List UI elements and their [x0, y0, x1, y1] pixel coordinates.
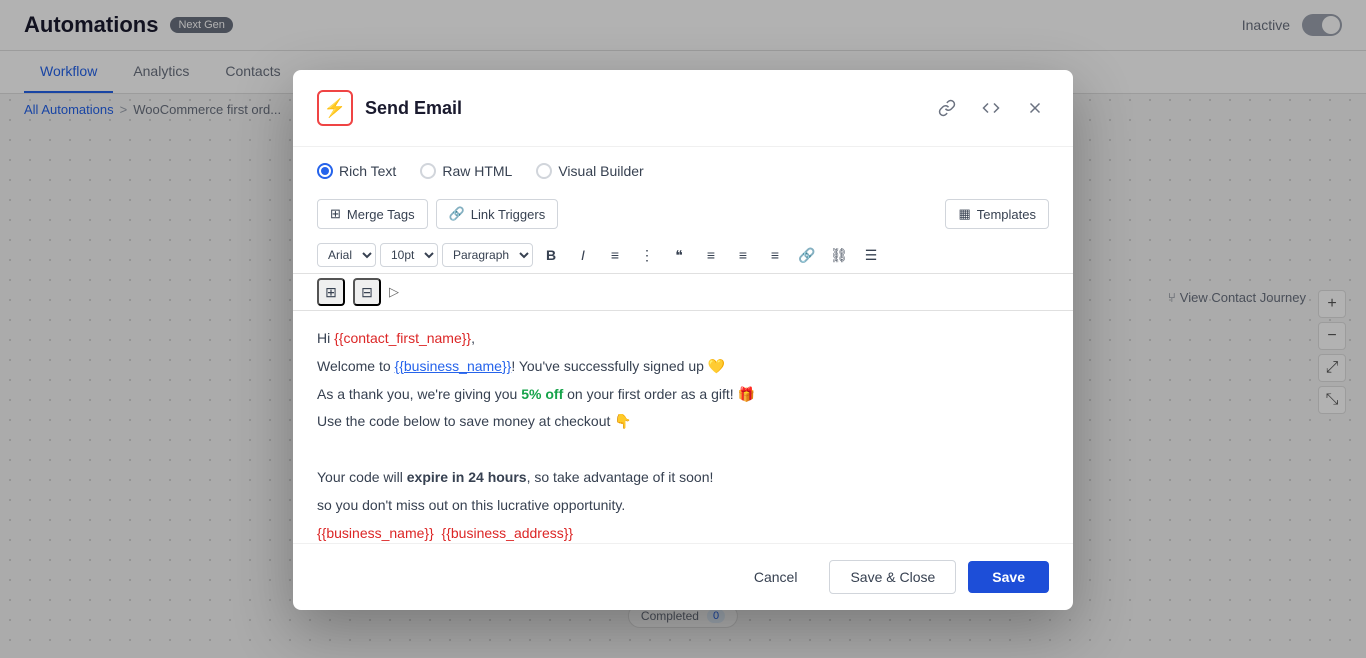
unordered-list-button[interactable]: ≡: [601, 241, 629, 269]
cancel-button[interactable]: Cancel: [734, 561, 818, 593]
send-email-modal: ⚡ Send Email: [293, 70, 1073, 610]
modal-header-actions: [933, 94, 1049, 122]
content-line-3: As a thank you, we're giving you 5% off …: [317, 383, 1049, 407]
close-icon[interactable]: [1021, 94, 1049, 122]
editor-mode-tabs: Rich Text Raw HTML Visual Builder: [293, 147, 1073, 191]
content-line-8: {{business_name}} {{business_address}}: [317, 522, 1049, 543]
save-close-button[interactable]: Save & Close: [829, 560, 956, 594]
rich-text-radio[interactable]: [317, 163, 333, 179]
business-address-tag: {{business_address}}: [442, 525, 574, 541]
visual-builder-radio[interactable]: [536, 163, 552, 179]
save-button[interactable]: Save: [968, 561, 1049, 593]
content-line-4: Use the code below to save money at chec…: [317, 410, 1049, 434]
link-button[interactable]: 🔗: [793, 241, 821, 269]
templates-icon: ▦: [958, 206, 970, 222]
contact-first-name-tag: {{contact_first_name}}: [334, 330, 471, 346]
ordered-list-button[interactable]: ⋮: [633, 241, 661, 269]
font-family-select[interactable]: Arial: [317, 243, 376, 267]
cursor-indicator: ▷: [389, 284, 399, 300]
editor-formatting-toolbar: Arial 10pt Paragraph B I ≡ ⋮ ❝ ≡ ≡ ≡ 🔗 ⛓…: [293, 237, 1073, 274]
content-line-7: so you don't miss out on this lucrative …: [317, 494, 1049, 518]
table-button[interactable]: ⊟: [353, 278, 381, 306]
modal-toolbar: ⊞ Merge Tags 🔗 Link Triggers ▦ Templates: [293, 191, 1073, 237]
align-right-button[interactable]: ≡: [761, 241, 789, 269]
content-line-2: Welcome to {{business_name}}! You've suc…: [317, 355, 1049, 379]
templates-button[interactable]: ▦ Templates: [945, 199, 1049, 229]
modal-footer: Cancel Save & Close Save: [293, 543, 1073, 610]
align-center-button[interactable]: ≡: [729, 241, 757, 269]
modal-header: ⚡ Send Email: [293, 70, 1073, 147]
content-line-6: Your code will expire in 24 hours, so ta…: [317, 466, 1049, 490]
email-editor-content[interactable]: Hi {{contact_first_name}}, Welcome to {{…: [293, 311, 1073, 543]
bold-button[interactable]: B: [537, 241, 565, 269]
business-name-tag-2: {{business_name}}: [317, 525, 434, 541]
merge-tags-icon[interactable]: [977, 94, 1005, 122]
content-line-5: [317, 438, 1049, 462]
raw-html-radio[interactable]: [420, 163, 436, 179]
align-left-button[interactable]: ≡: [697, 241, 725, 269]
indent-button[interactable]: ☰: [857, 241, 885, 269]
unlink-button[interactable]: ⛓: [825, 241, 853, 269]
rich-text-tab[interactable]: Rich Text: [317, 163, 396, 191]
italic-button[interactable]: I: [569, 241, 597, 269]
expire-text: expire in 24 hours: [407, 469, 527, 485]
blockquote-button[interactable]: ❝: [665, 241, 693, 269]
link-icon[interactable]: [933, 94, 961, 122]
font-size-select[interactable]: 10pt: [380, 243, 438, 267]
raw-html-tab[interactable]: Raw HTML: [420, 163, 512, 191]
content-line-1: Hi {{contact_first_name}},: [317, 327, 1049, 351]
send-email-icon: ⚡: [317, 90, 353, 126]
link-triggers-button[interactable]: 🔗 Link Triggers: [436, 199, 559, 229]
editor-toolbar-2: ⊞ ⊟ ▷: [293, 274, 1073, 311]
business-name-tag-1: {{business_name}}: [395, 358, 512, 374]
merge-tags-button[interactable]: ⊞ Merge Tags: [317, 199, 428, 229]
discount-text: 5% off: [521, 386, 563, 402]
visual-builder-tab[interactable]: Visual Builder: [536, 163, 643, 191]
link-icon-small: 🔗: [449, 206, 465, 222]
paragraph-style-select[interactable]: Paragraph: [442, 243, 533, 267]
special-char-button[interactable]: ⊞: [317, 278, 345, 306]
modal-title: Send Email: [365, 98, 921, 119]
toolbar-left: ⊞ Merge Tags 🔗 Link Triggers: [317, 199, 558, 229]
merge-tags-btn-icon: ⊞: [330, 206, 341, 222]
